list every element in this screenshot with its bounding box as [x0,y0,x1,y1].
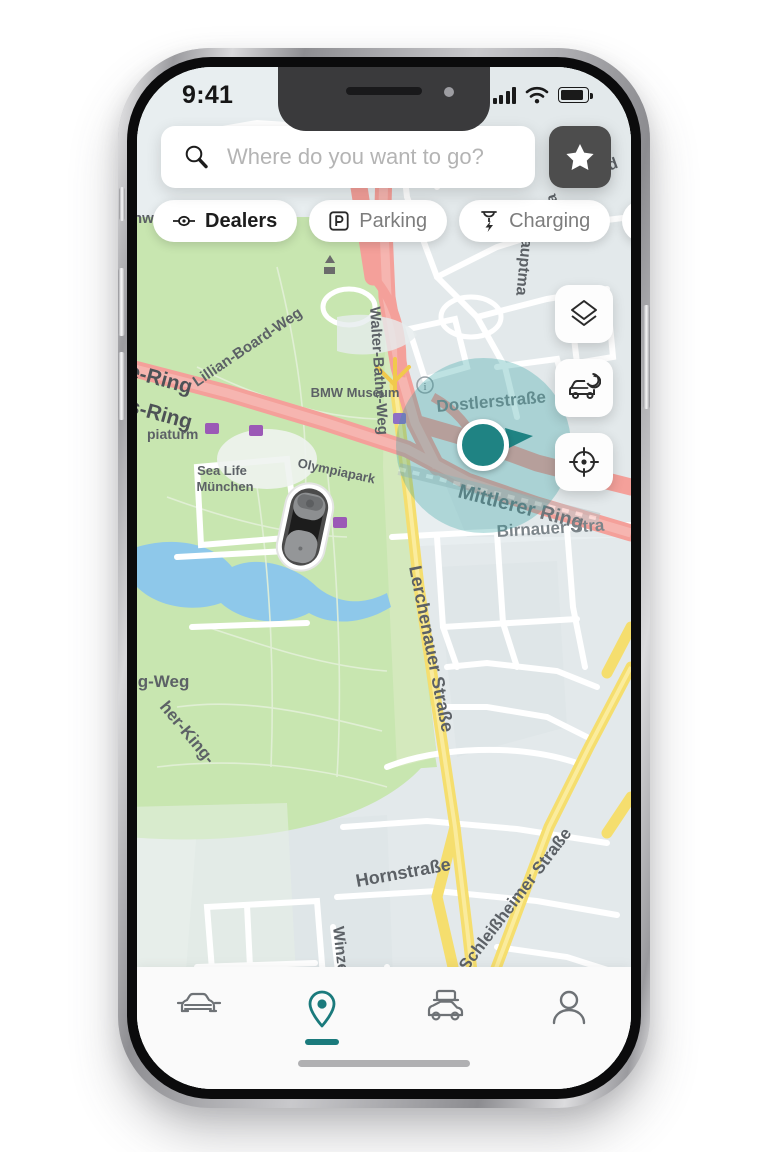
map-layers-button[interactable] [555,285,613,343]
chip-parking[interactable]: Parking [309,200,448,242]
front-camera [444,87,454,97]
map-label: piaturm [147,426,198,442]
charging-icon [481,211,497,232]
chip-dealers[interactable]: Dealers [153,200,298,242]
locate-me-button[interactable] [555,433,613,491]
nav-active-indicator [182,1029,216,1035]
volume-down-button[interactable] [118,352,125,420]
volume-up-button[interactable] [118,268,125,336]
parked-car-marker[interactable] [273,479,337,575]
dealer-icon [173,215,195,227]
mute-switch[interactable] [119,187,125,221]
parking-icon [329,211,349,231]
earpiece-speaker [346,87,422,95]
favorites-button[interactable] [549,126,611,188]
search-bar[interactable]: Where do you want to go? [161,126,535,188]
signal-bars-icon [492,86,516,104]
bottom-navigation [137,967,631,1089]
status-icons [492,86,593,104]
nav-active-indicator [305,1039,340,1045]
map-pin-icon [308,990,336,1028]
map-label: BMW Museum [311,385,400,400]
travel-car-icon [427,989,463,1021]
car-icon [176,992,221,1013]
map-controls [555,285,613,491]
nav-item-profile[interactable] [508,989,632,1041]
chip-charging[interactable]: Charging [459,200,611,242]
find-car-icon [569,373,601,399]
search-row: Where do you want to go? [161,126,611,188]
star-icon [566,144,594,170]
screenshot-root: i Lillian-Board-Weg Walter-Bathe-Weg e-R… [0,0,768,1152]
map-label: München [196,479,253,494]
nav-active-indicator [552,1035,586,1041]
search-icon [185,145,208,169]
power-button[interactable] [643,305,650,409]
home-indicator[interactable] [298,1060,470,1067]
chip-fuel[interactable]: Fuel [622,200,631,242]
filter-chip-row: Dealers Parking Charging [153,200,631,242]
nav-item-vehicle[interactable] [137,989,261,1035]
locate-me-icon [569,447,599,477]
chip-label: Charging [509,209,591,232]
layers-icon [571,300,597,326]
phone-screen: i Lillian-Board-Weg Walter-Bathe-Weg e-R… [137,67,631,1089]
nav-item-travel[interactable] [384,989,508,1037]
status-time: 9:41 [182,81,234,109]
map-label: Sea Life [197,463,247,478]
search-input[interactable]: Where do you want to go? [227,144,484,170]
map-label: ig-Weg [137,672,189,691]
notch [278,67,490,131]
chip-label: Parking [359,209,428,232]
profile-icon [553,990,586,1025]
find-my-car-button[interactable] [555,359,613,417]
wifi-icon [525,86,549,104]
nav-item-map[interactable] [261,989,385,1045]
nav-active-indicator [429,1031,463,1037]
battery-icon [558,87,593,103]
chip-label: Dealers [205,209,278,232]
user-location-dot[interactable] [457,419,509,471]
